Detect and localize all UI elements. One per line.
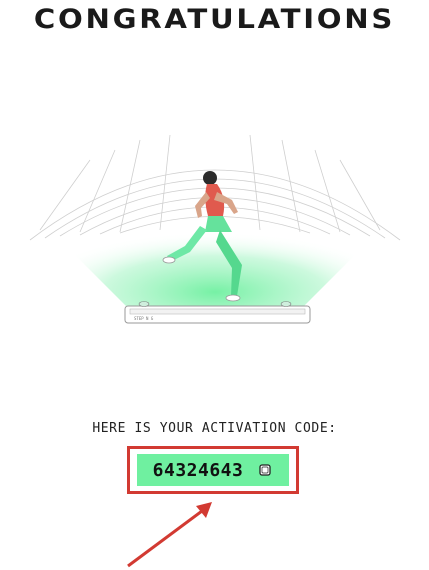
activation-code-box[interactable]: 64324643 [137,454,289,486]
activation-code-value[interactable]: 64324643 [153,460,244,481]
treadmill-label: STEP N G [134,316,154,321]
page-title: CONGRATULATIONS [33,4,396,35]
activation-code-label: HERE IS YOUR ACTIVATION CODE: [92,421,337,436]
copy-icon[interactable] [257,462,273,478]
runner-treadmill-illustration: STEP N G [29,134,401,324]
activation-code-highlight: 64324643 [127,446,299,494]
annotation-arrow [127,502,212,568]
